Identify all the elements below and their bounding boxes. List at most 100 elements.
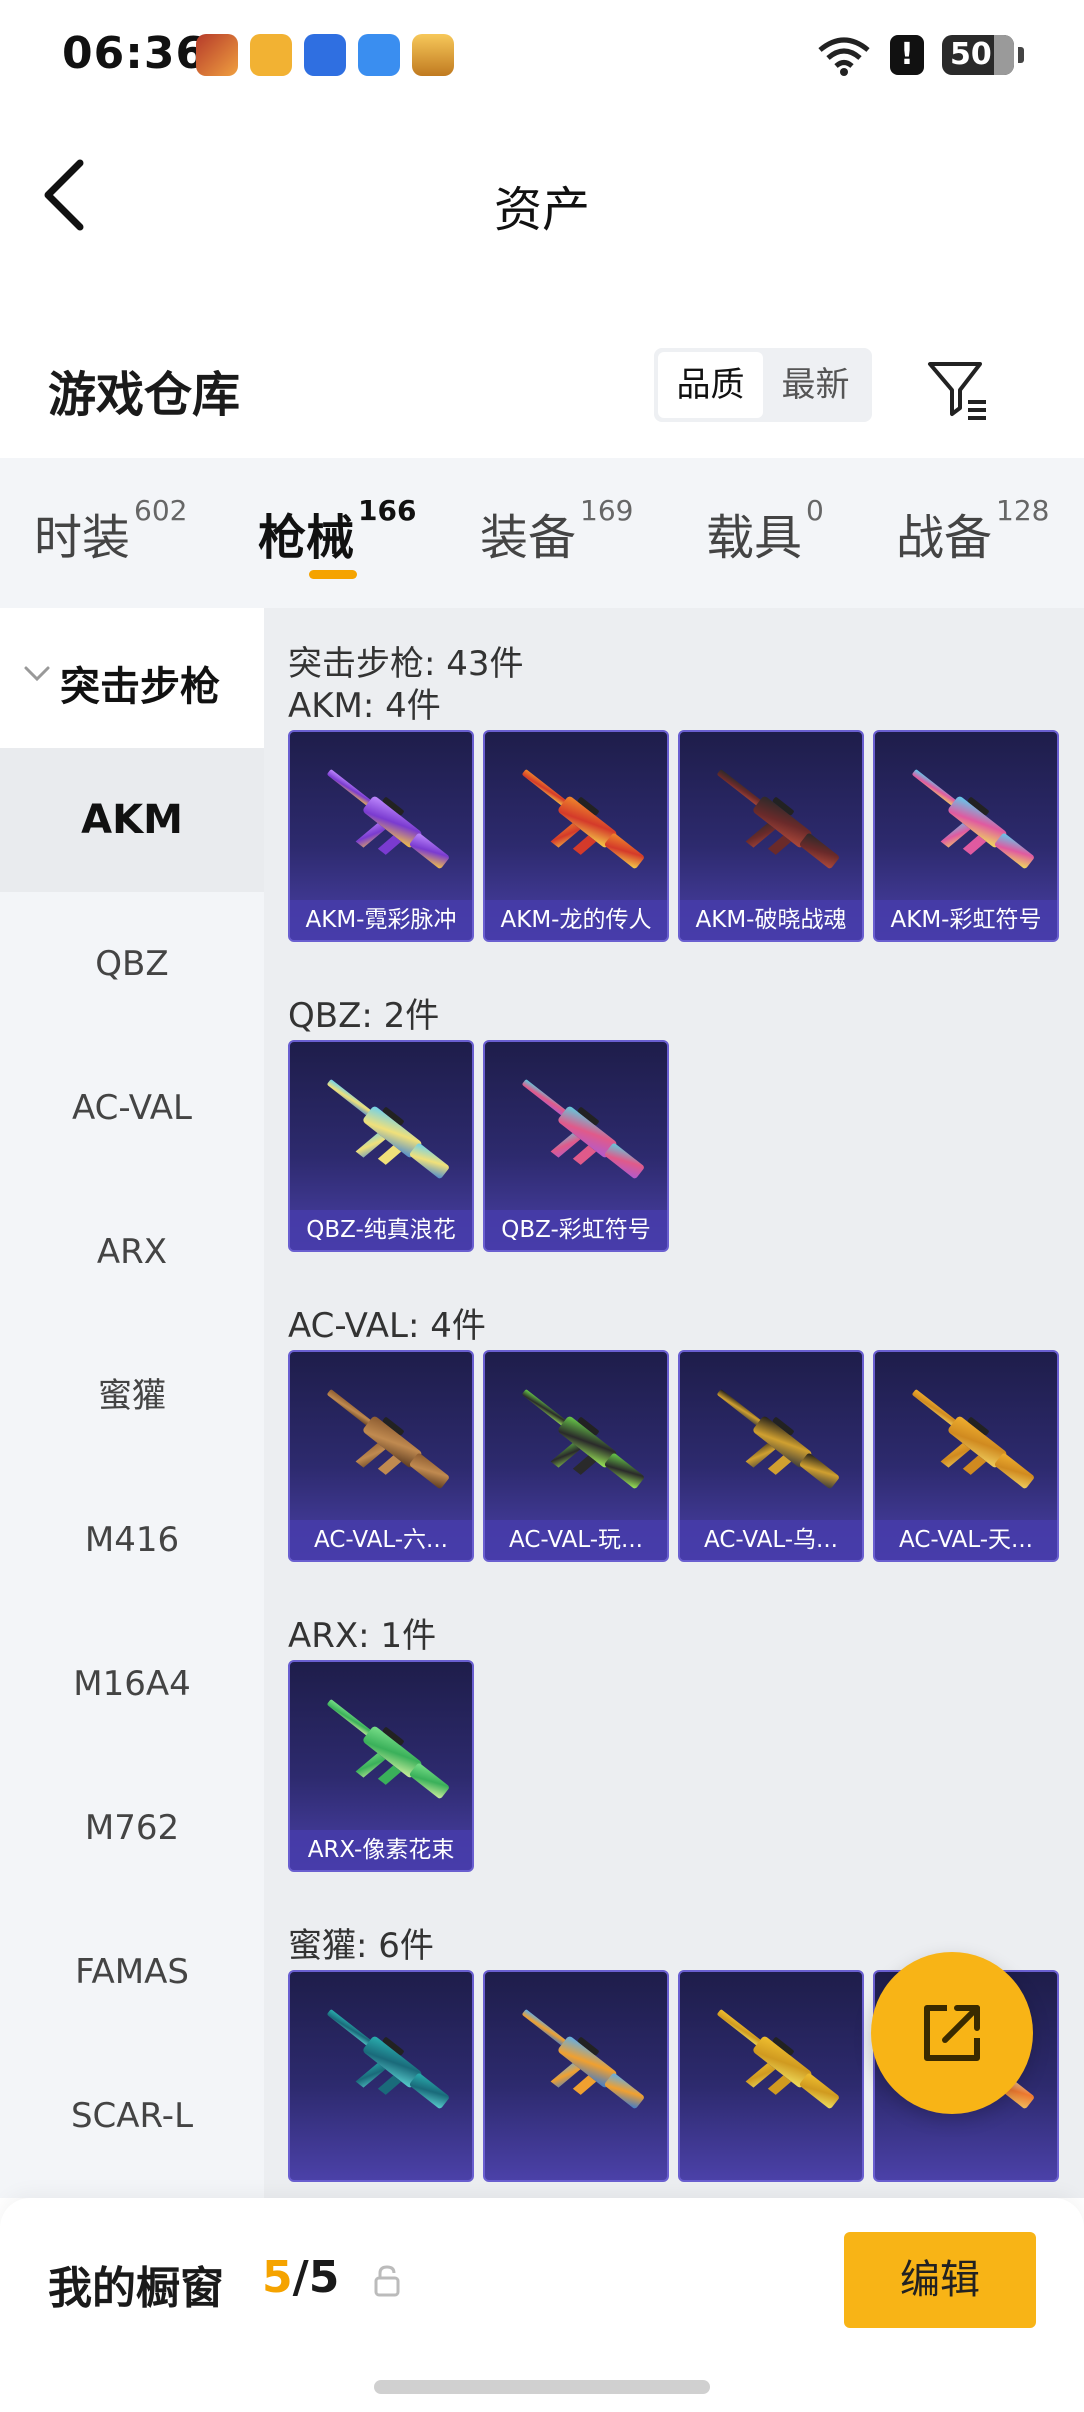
showcase-count: 5/5 <box>262 2252 340 2303</box>
sort-by-newest-button[interactable]: 最新 <box>763 352 868 418</box>
weapon-skin-name: AC-VAL-天... <box>875 1520 1057 1560</box>
weapon-skin-image <box>912 1389 1034 1489</box>
notification-app-icon-2 <box>250 34 292 76</box>
tab-label: 装备 <box>480 510 577 566</box>
weapon-skin-image <box>327 1699 449 1799</box>
tab-equipment[interactable]: 装备 169 <box>480 494 633 568</box>
weapon-skin-image <box>912 769 1034 869</box>
tab-label: 时装 <box>34 510 131 566</box>
status-bar: 06:36 ! 50 <box>0 0 1084 110</box>
weapon-skin-image <box>522 769 644 869</box>
weapon-skin-card[interactable] <box>288 1970 474 2182</box>
tab-label: 枪械 <box>258 510 355 566</box>
weapon-skin-card[interactable]: AC-VAL-乌... <box>678 1350 864 1562</box>
tab-label: 战备 <box>896 510 993 566</box>
weapon-skin-image <box>717 2009 839 2109</box>
nav-item-m416[interactable]: M416 <box>0 1468 264 1612</box>
weapon-skin-image <box>522 1389 644 1489</box>
notification-app-icon-1 <box>196 34 238 76</box>
chevron-down-icon <box>24 666 50 682</box>
nav-item-ac-val[interactable]: AC-VAL <box>0 1036 264 1180</box>
weapon-skin-image <box>327 1079 449 1179</box>
tab-count: 128 <box>996 494 1050 527</box>
group-title: 蜜獾: 6件 <box>288 1926 434 1966</box>
weapon-skin-image <box>327 1389 449 1489</box>
weapon-skin-card[interactable] <box>483 1970 669 2182</box>
notification-app-icon-5 <box>412 34 454 76</box>
weapon-skin-name: QBZ-彩虹符号 <box>485 1210 667 1250</box>
sort-toggle: 品质 最新 <box>654 348 872 422</box>
weapon-skin-image <box>717 1389 839 1489</box>
tab-gear[interactable]: 战备 128 <box>896 494 1049 568</box>
weapon-skin-card[interactable]: AKM-霓彩脉冲 <box>288 730 474 942</box>
category-tabs: 时装 602 枪械 166 装备 169 载具 0 战备 128 <box>0 458 1084 608</box>
weapon-skin-name: AKM-霓彩脉冲 <box>290 900 472 940</box>
group-title: ARX: 1件 <box>288 1616 437 1656</box>
subcategory-label: 突击步枪 <box>60 664 220 710</box>
weapon-skin-card[interactable]: AC-VAL-玩... <box>483 1350 669 1562</box>
weapon-skin-image <box>522 2009 644 2109</box>
edit-button[interactable]: 编辑 <box>844 2232 1036 2328</box>
showcase-current: 5 <box>262 2252 293 2303</box>
tab-count: 169 <box>580 494 634 527</box>
home-indicator[interactable] <box>374 2380 710 2394</box>
showcase-total: 5 <box>308 2252 340 2303</box>
weapon-skin-name: ARX-像素花束 <box>290 1830 472 1870</box>
filter-button[interactable] <box>924 356 990 422</box>
group-title: AKM: 4件 <box>288 686 441 726</box>
tab-firearms[interactable]: 枪械 166 <box>258 494 416 568</box>
tab-count: 602 <box>134 494 188 527</box>
tab-fashion[interactable]: 时装 602 <box>34 494 187 568</box>
share-button[interactable] <box>871 1952 1033 2114</box>
subcategory-header[interactable]: 突击步枪 <box>0 608 264 748</box>
weapon-skin-card[interactable]: ARX-像素花束 <box>288 1660 474 1872</box>
nav-item-famas[interactable]: FAMAS <box>0 1900 264 2044</box>
tab-count: 0 <box>806 494 824 527</box>
alert-icon: ! <box>890 35 924 75</box>
warehouse-title: 游戏仓库 <box>48 367 241 423</box>
weapon-skin-image <box>327 769 449 869</box>
nav-item-honey-badger[interactable]: 蜜獾 <box>0 1324 264 1468</box>
weapon-skin-image <box>717 769 839 869</box>
app-header: 资产 <box>0 110 1084 280</box>
weapon-skin-name: AKM-龙的传人 <box>485 900 667 940</box>
weapon-type-nav: 突击步枪 AKM QBZ AC-VAL ARX 蜜獾 M416 M16A4 M7… <box>0 608 264 2198</box>
wifi-icon <box>818 37 870 76</box>
weapon-skin-name: AC-VAL-玩... <box>485 1520 667 1560</box>
weapon-skin-image <box>327 2009 449 2109</box>
weapon-skin-card[interactable]: QBZ-彩虹符号 <box>483 1040 669 1252</box>
weapon-skin-name: AC-VAL-六... <box>290 1520 472 1560</box>
weapon-skin-name: QBZ-纯真浪花 <box>290 1210 472 1250</box>
weapon-skin-card[interactable]: AKM-破晓战魂 <box>678 730 864 942</box>
notification-app-icon-4 <box>358 34 400 76</box>
weapon-skin-card[interactable]: QBZ-纯真浪花 <box>288 1040 474 1252</box>
nav-item-arx[interactable]: ARX <box>0 1180 264 1324</box>
nav-item-m16a4[interactable]: M16A4 <box>0 1612 264 1756</box>
weapon-skin-name: AKM-彩虹符号 <box>875 900 1057 940</box>
sort-by-quality-button[interactable]: 品质 <box>658 352 763 418</box>
weapon-skin-card[interactable]: AC-VAL-天... <box>873 1350 1059 1562</box>
page-title: 资产 <box>493 182 590 238</box>
active-tab-indicator <box>309 570 357 579</box>
nav-item-scar-l[interactable]: SCAR-L <box>0 2044 264 2188</box>
battery-tip <box>1018 47 1024 63</box>
share-icon <box>924 2005 980 2061</box>
weapon-skin-card[interactable]: AKM-龙的传人 <box>483 730 669 942</box>
group-title: QBZ: 2件 <box>288 996 440 1036</box>
showcase-label: 我的橱窗 <box>48 2263 224 2314</box>
nav-item-qbz[interactable]: QBZ <box>0 892 264 1036</box>
weapon-skin-name: AKM-破晓战魂 <box>680 900 862 940</box>
weapon-skin-card[interactable] <box>678 1970 864 2182</box>
filter-icon <box>928 362 986 420</box>
weapon-skin-name: AC-VAL-乌... <box>680 1520 862 1560</box>
tab-count: 166 <box>358 494 417 527</box>
weapon-skin-card[interactable]: AKM-彩虹符号 <box>873 730 1059 942</box>
lock-icon <box>374 2265 400 2297</box>
nav-item-akm[interactable]: AKM <box>0 748 264 892</box>
battery-level: 50 <box>950 37 992 72</box>
tab-label: 载具 <box>706 510 803 566</box>
nav-item-m762[interactable]: M762 <box>0 1756 264 1900</box>
tab-vehicles[interactable]: 载具 0 <box>706 494 824 568</box>
weapon-skin-image <box>522 1079 644 1179</box>
weapon-skin-card[interactable]: AC-VAL-六... <box>288 1350 474 1562</box>
